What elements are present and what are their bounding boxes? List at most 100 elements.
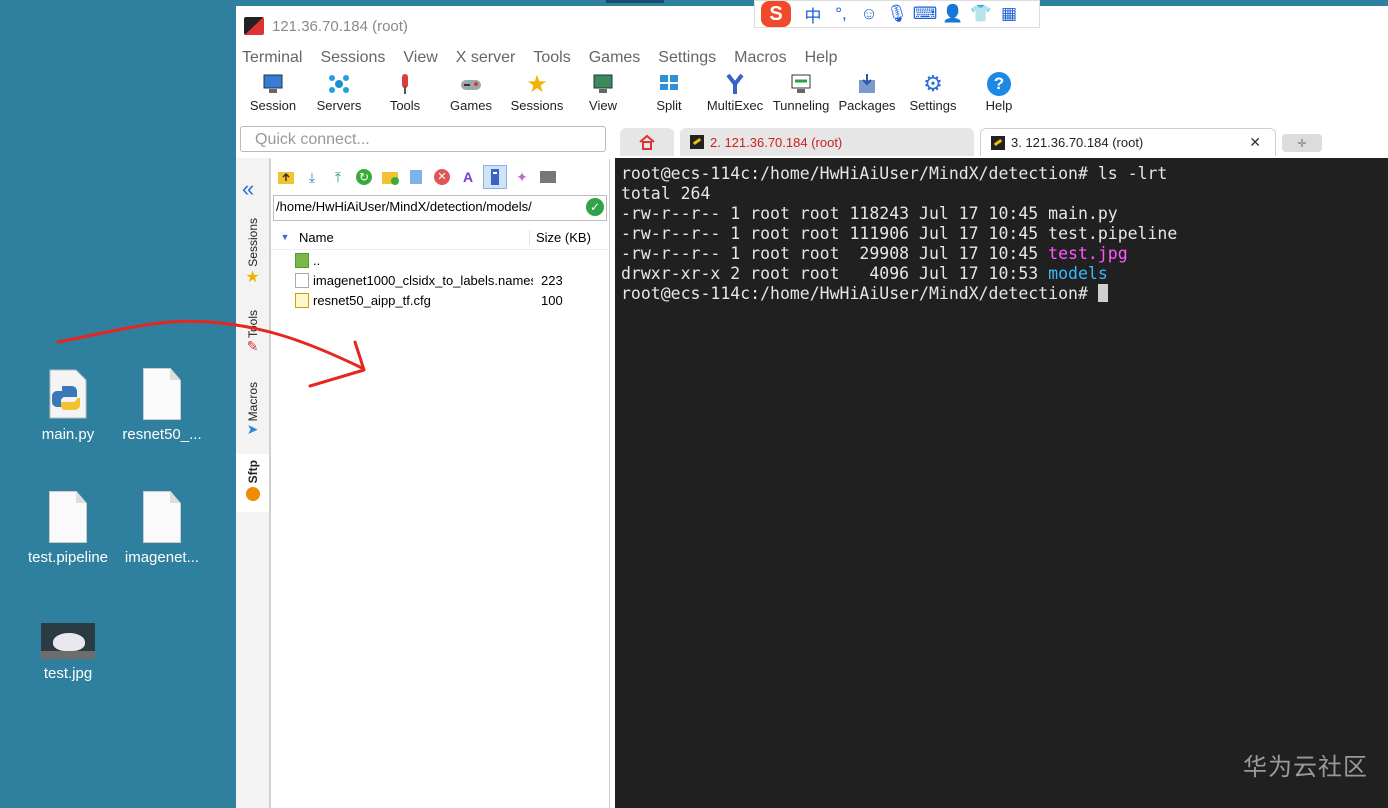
file-row[interactable]: imagenet1000_clsidx_to_labels.names 223: [271, 270, 609, 290]
menu-games[interactable]: Games: [589, 49, 641, 67]
window-title: 121.36.70.184 (root): [272, 17, 408, 35]
skin-icon[interactable]: 👕: [967, 4, 995, 24]
menu-help[interactable]: Help: [805, 49, 838, 67]
toolbar-help-button[interactable]: ? Help: [966, 70, 1032, 113]
side-tab-sftp[interactable]: Sftp: [236, 454, 269, 512]
new-file-icon[interactable]: [405, 166, 427, 188]
settings-icon: ⚙: [923, 71, 943, 96]
menu-x-server[interactable]: X server: [456, 49, 516, 67]
new-folder-icon[interactable]: [379, 166, 401, 188]
toolbar-split-button[interactable]: Split: [636, 70, 702, 113]
desktop-icon-label: imagenet...: [124, 549, 200, 566]
toolbar-servers-button[interactable]: Servers: [306, 70, 372, 113]
desktop-icon-main-py[interactable]: main.py: [20, 368, 116, 443]
column-size[interactable]: Size (KB): [529, 229, 591, 245]
desktop-icon-resnet50[interactable]: resnet50_...: [114, 368, 210, 443]
file-name: ..: [313, 252, 321, 268]
toolbar-games-button[interactable]: Games: [438, 70, 504, 113]
file-row[interactable]: resnet50_aipp_tf.cfg 100: [271, 290, 609, 310]
quick-connect-and-tabs: Quick connect... 2. 121.36.70.184 (root)…: [236, 126, 1388, 158]
toolbar-label: View: [589, 98, 617, 113]
column-name[interactable]: Name: [299, 230, 529, 245]
terminal-output[interactable]: root@ecs-114c:/home/HwHiAiUser/MindX/det…: [615, 158, 1388, 808]
sort-arrow-icon[interactable]: ▼: [271, 232, 299, 242]
listing-name: models: [1048, 264, 1108, 283]
toolbox-icon[interactable]: ▦: [995, 4, 1023, 24]
download-icon[interactable]: ⤓: [301, 166, 323, 188]
toolbar-multiexec-button[interactable]: MultiExec: [702, 70, 768, 113]
parent-folder-icon[interactable]: [275, 166, 297, 188]
terminal-icon[interactable]: [537, 166, 559, 188]
terminal-line: -rw-r--r-- 1 root root 118243 Jul 17 10:…: [621, 204, 1388, 224]
collapse-sidebar-icon[interactable]: «: [242, 176, 254, 202]
multiexec-icon: [721, 70, 749, 98]
desktop-icon-label: test.pipeline: [27, 549, 109, 566]
menu-sessions[interactable]: Sessions: [320, 49, 385, 67]
toolbar-settings-button[interactable]: ⚙ Settings: [900, 70, 966, 113]
sogou-logo-icon[interactable]: S: [761, 1, 791, 27]
rename-icon[interactable]: A: [457, 166, 479, 188]
desktop-icon-imagenet[interactable]: imagenet...: [114, 491, 210, 566]
side-tab-sessions[interactable]: Sessions ★: [236, 218, 269, 287]
toolbar-tools-button[interactable]: Tools: [372, 70, 438, 113]
mobaxterm-window: 121.36.70.184 (root) Terminal Sessions V…: [236, 6, 1388, 808]
toolbar-label: Split: [656, 98, 682, 113]
delete-icon[interactable]: ✕: [431, 166, 453, 188]
toolbar-session-button[interactable]: Session: [240, 70, 306, 113]
terminal-line: -rw-r--r-- 1 root root 29908 Jul 17 10:4…: [621, 244, 1388, 264]
menu-terminal[interactable]: Terminal: [242, 49, 302, 67]
file-row-parent[interactable]: ..: [271, 250, 609, 270]
tab-session-3[interactable]: 3. 121.36.70.184 (root) ✕: [980, 128, 1276, 156]
menu-settings[interactable]: Settings: [658, 49, 716, 67]
taskbar-strip: [606, 0, 664, 3]
desktop-icon-test-pipeline[interactable]: test.pipeline: [20, 491, 116, 566]
desktop-icon-test-jpg[interactable]: test.jpg: [20, 623, 116, 682]
menu-view[interactable]: View: [403, 49, 437, 67]
magic-wand-icon[interactable]: ✦: [511, 166, 533, 188]
quick-connect-input[interactable]: Quick connect...: [240, 126, 606, 152]
tab-session-2[interactable]: 2. 121.36.70.184 (root): [680, 128, 974, 156]
toolbar-label: Tools: [389, 98, 421, 113]
toolbar-label: Packages: [838, 98, 896, 113]
terminal-line: total 264: [621, 184, 711, 203]
side-tab-tools[interactable]: Tools ✎: [236, 310, 269, 355]
ime-toolbar: S 中 °, ☺ 🎙 ⌨ 👤 👕 ▦: [754, 0, 1040, 28]
user-icon[interactable]: 👤: [939, 4, 967, 24]
toolbar-label: Help: [985, 98, 1013, 113]
terminal-cursor: [1097, 284, 1108, 302]
upload-icon[interactable]: ⤒: [327, 166, 349, 188]
checkmark-icon[interactable]: ✓: [586, 198, 604, 216]
toolbar-label: Settings: [909, 98, 957, 113]
close-icon[interactable]: ✕: [1249, 134, 1261, 151]
terminal-line: root@ecs-114c:/home/HwHiAiUser/MindX/det…: [621, 284, 1388, 304]
refresh-icon[interactable]: ↻: [353, 166, 375, 188]
side-tab-label: Macros: [245, 382, 260, 422]
toolbar-label: Session: [249, 98, 297, 113]
file-icon: [49, 491, 87, 543]
toolbar-sessions-button[interactable]: ★ Sessions: [504, 70, 570, 114]
ime-mode-toggle[interactable]: 中: [799, 2, 827, 27]
toolbar-packages-button[interactable]: Packages: [834, 70, 900, 113]
keyboard-icon[interactable]: ⌨: [911, 4, 939, 24]
menu-tools[interactable]: Tools: [533, 49, 570, 67]
file-name: resnet50_aipp_tf.cfg: [313, 292, 431, 308]
sftp-toolbar: ⤓ ⤒ ↻ ✕ A ✦: [271, 159, 609, 195]
listing-name: main.py: [1048, 204, 1118, 223]
microphone-icon[interactable]: 🎙: [883, 4, 911, 24]
packages-icon: [853, 70, 881, 98]
side-tab-macros[interactable]: Macros ➤: [236, 382, 269, 438]
sftp-path-input[interactable]: /home/HwHiAiUser/MindX/detection/models/…: [273, 195, 607, 221]
side-tab-label: Sftp: [245, 460, 260, 484]
sftp-icon: [245, 487, 260, 502]
menu-macros[interactable]: Macros: [734, 49, 786, 67]
toolbar-tunneling-button[interactable]: Tunneling: [768, 70, 834, 113]
new-tab-button[interactable]: ✛: [1282, 134, 1322, 152]
file-size: 100: [541, 292, 563, 308]
ime-punctuation-toggle[interactable]: °,: [827, 4, 855, 24]
file-icon: [295, 272, 309, 288]
toolbar-view-button[interactable]: View: [570, 70, 636, 113]
side-tab-label: Tools: [245, 310, 260, 339]
emoji-icon[interactable]: ☺: [855, 4, 883, 24]
tab-home[interactable]: [620, 128, 674, 156]
follow-terminal-icon[interactable]: [483, 165, 507, 189]
